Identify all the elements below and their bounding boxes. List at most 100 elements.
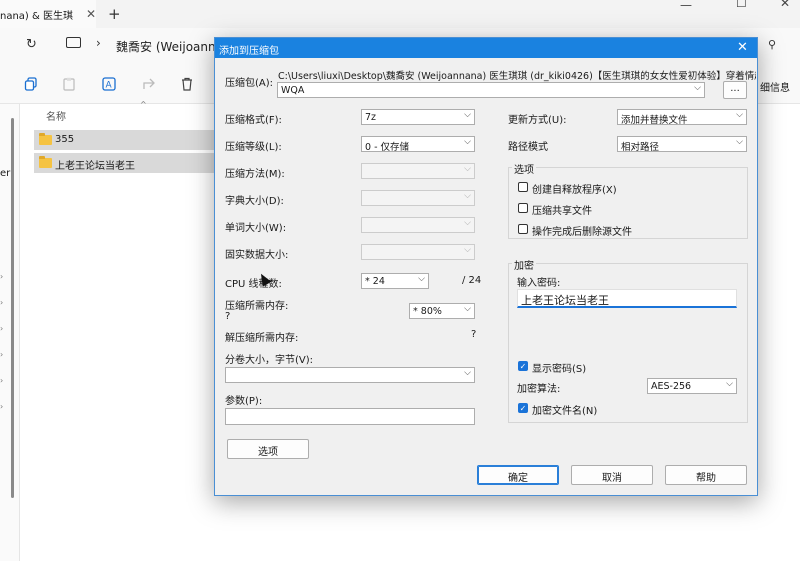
archive-path: C:\Users\liuxi\Desktop\魏喬安 (Weijoannana)… (278, 71, 756, 82)
encrypt-filenames-label[interactable]: 加密文件名(N) (532, 402, 597, 417)
sidebar-text: er (0, 168, 11, 179)
level-select[interactable]: 0 - 仅存储 ⌵ (361, 136, 475, 152)
maximize-icon[interactable]: ☐ (736, 0, 747, 10)
search-icon[interactable]: ⚲ (768, 38, 776, 51)
show-password-label[interactable]: 显示密码(S) (532, 360, 586, 375)
dict-select[interactable]: ⌵ (361, 190, 475, 206)
format-label: 压缩格式(F): (225, 115, 282, 126)
shared-label[interactable]: 压缩共享文件 (532, 202, 592, 217)
volume-label: 分卷大小，字节(V): (225, 355, 314, 366)
mem-comp-value: * 80% (413, 306, 442, 317)
folder-icon (39, 156, 52, 168)
encrypt-filenames-checkbox[interactable]: ✓ (518, 403, 528, 413)
chevron-down-icon: ⌵ (464, 218, 471, 228)
paste-icon[interactable] (62, 77, 76, 91)
add-to-archive-dialog: 添加到压缩包 ✕ 压缩包(A): C:\Users\liuxi\Desktop\… (214, 37, 758, 496)
explorer-tab-title: nana) & 医生琪 (0, 11, 73, 22)
list-item[interactable]: 上老王论坛当老王 (34, 153, 216, 173)
folder-icon (39, 133, 52, 145)
solid-label: 固实数据大小: (225, 250, 289, 261)
expand-icon[interactable]: › (0, 298, 3, 307)
chevron-down-icon: ⌵ (418, 274, 425, 284)
password-value: 上老王论坛当老王 (521, 294, 609, 307)
volume-combo[interactable]: ⌵ (225, 367, 475, 383)
chevron-down-icon: ⌵ (726, 379, 733, 389)
expand-icon[interactable]: › (0, 376, 3, 385)
minimize-icon[interactable]: — (680, 0, 692, 12)
chevron-down-icon: ⌵ (464, 304, 471, 314)
chevron-down-icon: ⌵ (464, 137, 471, 147)
archive-name-combo[interactable]: WQA ⌵ (277, 82, 705, 98)
sfx-checkbox[interactable] (518, 182, 528, 192)
params-input[interactable] (225, 408, 475, 425)
params-label: 参数(P): (225, 396, 263, 407)
options-button[interactable]: 选项 (227, 439, 309, 459)
delete-source-checkbox[interactable] (518, 224, 528, 234)
explorer-tab[interactable]: nana) & 医生琪 (0, 0, 96, 28)
new-tab-icon[interactable]: + (108, 5, 121, 23)
password-input[interactable]: 上老王论坛当老王 (517, 289, 737, 308)
update-value: 添加并替换文件 (621, 115, 688, 125)
expand-icon[interactable]: › (0, 402, 3, 411)
dialog-titlebar[interactable]: 添加到压缩包 ✕ (215, 38, 757, 58)
file-name: 355 (55, 134, 75, 145)
method-label: 压缩方法(M): (225, 169, 285, 180)
expand-icon[interactable]: › (0, 324, 3, 333)
enc-method-select[interactable]: AES-256 ⌵ (647, 378, 737, 394)
computer-icon[interactable] (66, 37, 81, 48)
rename-icon[interactable]: A (102, 77, 116, 91)
refresh-icon[interactable]: ↻ (26, 37, 37, 52)
mem-comp-unknown: ? (225, 311, 231, 322)
solid-select[interactable]: ⌵ (361, 244, 475, 260)
chevron-right-icon[interactable]: › (96, 36, 101, 50)
path-mode-label: 路径模式 (508, 142, 548, 153)
chevron-down-icon: ⌵ (464, 110, 471, 120)
show-password-checkbox[interactable]: ✓ (518, 361, 528, 371)
enc-method-value: AES-256 (651, 381, 692, 392)
update-label: 更新方式(U): (508, 115, 567, 126)
help-button[interactable]: 帮助 (665, 465, 747, 485)
archive-label: 压缩包(A): (225, 78, 274, 89)
delete-source-label[interactable]: 操作完成后删除源文件 (532, 223, 632, 238)
chevron-down-icon: ⌵ (464, 164, 471, 174)
cpu-select[interactable]: * 24 ⌵ (361, 273, 429, 289)
cpu-label: CPU 线程数: (225, 279, 282, 290)
chevron-down-icon: ⌵ (464, 245, 471, 255)
close-icon[interactable]: ✕ (737, 40, 748, 55)
share-icon[interactable] (142, 77, 156, 91)
chevron-down-icon: ⌵ (736, 110, 743, 120)
copy-icon[interactable] (24, 77, 38, 91)
cpu-value: * 24 (365, 276, 385, 287)
dict-label: 字典大小(D): (225, 196, 284, 207)
cpu-total: / 24 (462, 275, 482, 286)
sidebar-scrollbar[interactable] (11, 118, 14, 498)
ok-button[interactable]: 确定 (477, 465, 559, 485)
enc-method-label: 加密算法: (517, 384, 561, 395)
chevron-down-icon[interactable]: ⌵ (464, 368, 471, 378)
mem-decomp-label: 解压缩所需内存: (225, 333, 299, 344)
mem-comp-select[interactable]: * 80% ⌵ (409, 303, 475, 319)
shared-checkbox[interactable] (518, 203, 528, 213)
expand-icon[interactable]: › (0, 350, 3, 359)
expand-icon[interactable]: › (0, 272, 3, 281)
close-tab-icon[interactable]: ✕ (86, 7, 96, 21)
path-mode-select[interactable]: 相对路径 ⌵ (617, 136, 747, 152)
method-select[interactable]: ⌵ (361, 163, 475, 179)
sort-ascending-icon: ^ (140, 100, 147, 109)
details-label[interactable]: 细信息 (760, 79, 790, 94)
sfx-label[interactable]: 创建自释放程序(X) (532, 181, 617, 196)
chevron-down-icon[interactable]: ⌵ (694, 83, 701, 93)
archive-name-value: WQA (281, 85, 305, 96)
options-group-title: 选项 (512, 161, 536, 176)
format-select[interactable]: 7z ⌵ (361, 109, 475, 125)
update-select[interactable]: 添加并替换文件 ⌵ (617, 109, 747, 125)
delete-icon[interactable] (180, 77, 194, 91)
list-item[interactable]: 355 (34, 130, 216, 150)
mem-decomp-unknown: ? (471, 329, 477, 340)
close-window-icon[interactable]: ✕ (780, 0, 790, 10)
column-header-name[interactable]: 名称 (46, 108, 66, 123)
cancel-button[interactable]: 取消 (571, 465, 653, 485)
word-select[interactable]: ⌵ (361, 217, 475, 233)
browse-button[interactable]: ... (723, 81, 747, 99)
password-label: 输入密码: (517, 278, 561, 289)
